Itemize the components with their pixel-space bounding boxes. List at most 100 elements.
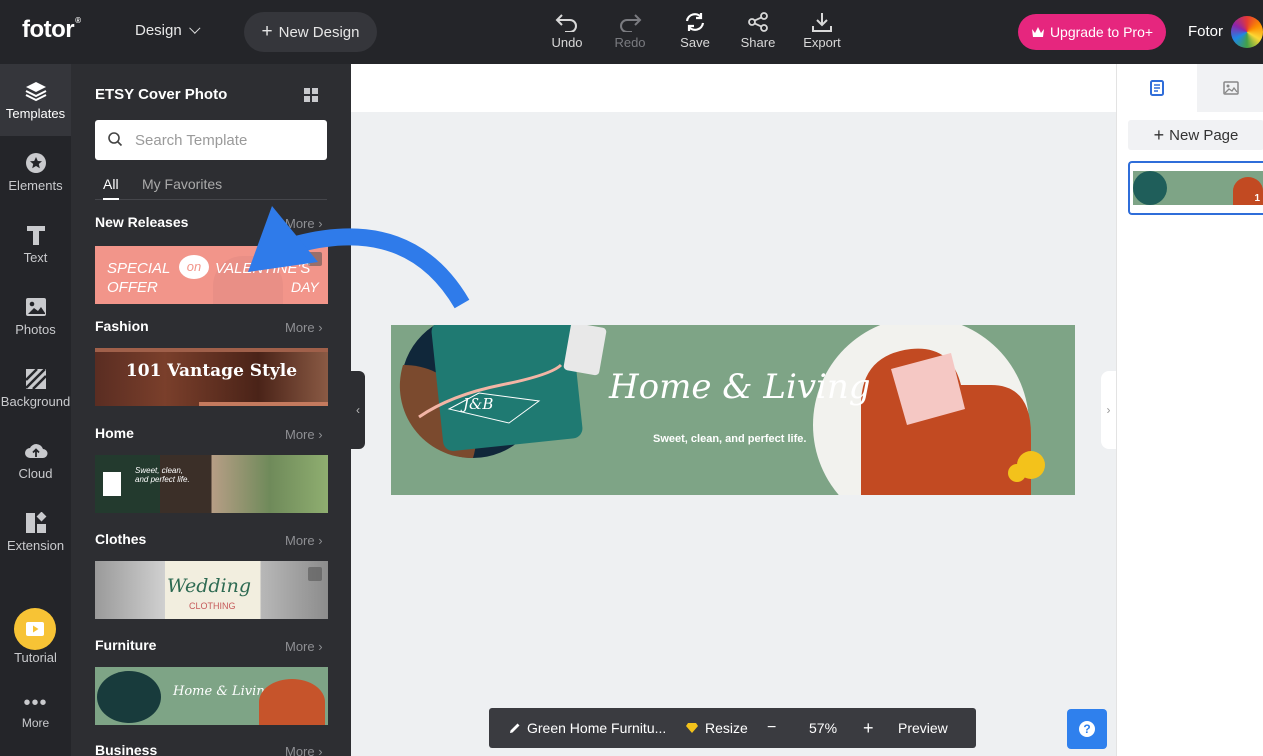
template-thumb-vintage-style[interactable]: 101 Vantage Style <box>95 348 328 406</box>
fotor-logo[interactable]: fotor® <box>22 16 81 44</box>
thumb-circle <box>1133 171 1167 205</box>
thumb-sofa <box>259 679 325 725</box>
section-title-home: Home <box>95 425 134 441</box>
more-link-business[interactable]: More › <box>285 744 323 756</box>
nav-extension[interactable]: Extension <box>0 496 71 568</box>
page-thumbnail-preview: 1 <box>1133 171 1263 205</box>
tutorial-label: Tutorial <box>14 650 57 665</box>
tab-all[interactable]: All <box>103 176 119 200</box>
tab-my-favorites[interactable]: My Favorites <box>142 176 222 200</box>
tab-images[interactable] <box>1197 64 1263 112</box>
undo-button[interactable]: Undo <box>542 12 592 50</box>
more-link-clothes[interactable]: More › <box>285 533 323 548</box>
file-name-field[interactable]: Green Home Furnitu... <box>509 708 666 748</box>
nav-cloud[interactable]: Cloud <box>0 424 71 496</box>
thumb-text: Wedding <box>167 575 252 597</box>
grid-view-icon[interactable] <box>304 88 318 102</box>
export-button[interactable]: Export <box>797 12 847 50</box>
video-play-icon <box>26 622 44 636</box>
search-box <box>95 120 327 160</box>
cloud-upload-icon <box>24 444 47 458</box>
preview-button[interactable]: Preview <box>898 708 948 748</box>
collapse-panel-button[interactable]: ‹ <box>351 371 365 449</box>
section-title-fashion: Fashion <box>95 318 149 334</box>
nav-text[interactable]: Text <box>0 208 71 280</box>
nav-templates[interactable]: Templates <box>0 64 71 136</box>
background-icon <box>24 368 47 390</box>
share-button[interactable]: Share <box>733 12 783 50</box>
more-label: More <box>21 716 50 730</box>
help-icon: ? <box>1079 721 1095 737</box>
zoom-in-button[interactable]: + <box>863 708 874 748</box>
section-title-clothes: Clothes <box>95 531 147 547</box>
more-link-home[interactable]: More › <box>285 427 323 442</box>
premium-badge-icon <box>308 567 322 581</box>
redo-button[interactable]: Redo <box>605 12 655 50</box>
image-icon <box>1222 81 1239 95</box>
page-thumbnail[interactable]: 1 <box>1128 161 1263 215</box>
thumb-text: SPECIAL <box>107 260 171 277</box>
thumb-stripe <box>199 402 328 406</box>
expand-right-panel-button[interactable]: › <box>1101 371 1116 449</box>
bottom-bar: Green Home Furnitu... Resize − 57% + Pre… <box>489 708 976 748</box>
left-nav: Templates Elements Text Photos Backgroun… <box>0 64 71 756</box>
chevron-right-icon: › <box>1106 403 1111 417</box>
thumb-text: DAY <box>291 279 319 295</box>
page-icon <box>1150 80 1164 96</box>
pages-panel: + New Page 1 <box>1116 64 1263 756</box>
more-link-furniture[interactable]: More › <box>285 639 323 654</box>
thumb-circle <box>97 671 161 723</box>
zoom-level: 57% <box>809 720 838 736</box>
banner-subtitle: Sweet, clean, and perfect life. <box>653 433 807 445</box>
new-design-button[interactable]: + New Design <box>244 12 377 52</box>
save-button[interactable]: Save <box>670 12 720 50</box>
thumb-text: VALENTINE'S <box>215 260 311 277</box>
more-dots-icon[interactable]: ••• <box>0 692 71 715</box>
template-thumb-wedding[interactable]: Wedding CLOTHING <box>95 561 328 619</box>
template-thumb-home[interactable]: Sweet, clean, and perfect life. <box>95 455 328 513</box>
more-link-new-releases[interactable]: More › <box>285 216 323 231</box>
layers-icon <box>25 82 46 102</box>
thumb-text: OFFER <box>107 279 158 296</box>
thumb-stripe <box>95 348 328 352</box>
pencil-icon <box>510 723 520 733</box>
design-menu[interactable]: Design <box>135 22 201 39</box>
canvas-toolbar-area <box>351 64 1116 112</box>
panel-title: ETSY Cover Photo <box>95 86 228 103</box>
search-input[interactable] <box>135 120 320 160</box>
chevron-down-icon <box>188 22 201 34</box>
plus-icon: + <box>1153 124 1165 145</box>
nav-background[interactable]: Background <box>0 352 71 424</box>
template-thumb-furniture[interactable]: Home & Living <box>95 667 328 725</box>
banner-artwork <box>399 325 1045 495</box>
zoom-out-button[interactable]: − <box>767 708 776 748</box>
plus-icon: + <box>261 21 273 42</box>
thumb-text: Sweet, clean, and perfect life. <box>135 466 190 484</box>
nav-elements[interactable]: Elements <box>0 136 71 208</box>
thumb-text: CLOTHING <box>189 601 236 611</box>
template-thumb-valentine[interactable]: SPECIAL on VALENTINE'S OFFER DAY <box>95 246 328 304</box>
avatar[interactable] <box>1231 16 1263 48</box>
resize-button[interactable]: Resize <box>685 708 748 748</box>
tutorial-button[interactable] <box>14 608 56 650</box>
premium-badge-icon <box>308 252 322 266</box>
section-title-furniture: Furniture <box>95 637 157 653</box>
section-title-new-releases: New Releases <box>95 214 189 230</box>
search-icon <box>108 132 123 147</box>
star-icon <box>25 153 46 173</box>
template-panel: ETSY Cover Photo All My Favorites New Re… <box>71 64 351 756</box>
download-icon <box>812 13 832 32</box>
help-button[interactable]: ? <box>1067 709 1107 749</box>
thumb-logo-block <box>103 472 121 496</box>
nav-photos[interactable]: Photos <box>0 280 71 352</box>
thumb-text: Home & Living <box>173 684 274 699</box>
more-link-fashion[interactable]: More › <box>285 320 323 335</box>
design-canvas[interactable]: J&B Home & Living Sweet, clean, and perf… <box>391 325 1075 495</box>
new-page-button[interactable]: + New Page <box>1128 120 1263 150</box>
sync-icon <box>685 13 705 31</box>
image-icon <box>25 298 46 316</box>
undo-icon <box>555 14 577 32</box>
upgrade-button[interactable]: Upgrade to Pro+ <box>1018 14 1166 50</box>
extension-icon <box>25 512 46 533</box>
tab-pages[interactable] <box>1117 64 1197 112</box>
